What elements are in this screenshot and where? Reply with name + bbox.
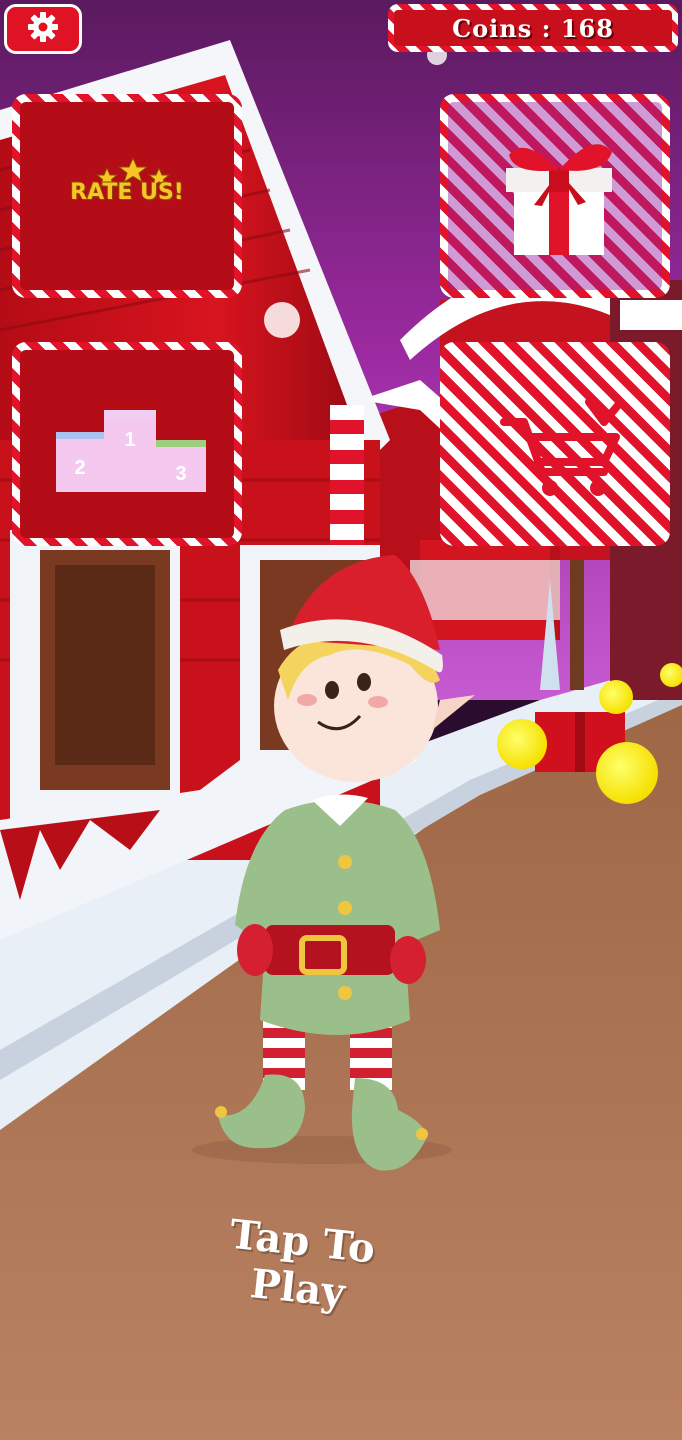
rate-us-label: RATE US!	[70, 180, 184, 205]
coin	[497, 719, 547, 769]
podium-place-2: 2	[74, 457, 85, 479]
podium-place-3: 3	[175, 463, 186, 485]
shopping-cart-icon	[500, 398, 623, 496]
podium-icon: 2 1 3	[56, 410, 206, 492]
settings-button[interactable]	[4, 4, 82, 54]
rate-us-button[interactable]: RATE US!	[12, 94, 242, 298]
gift-box-icon	[506, 144, 612, 255]
coins-label: Coins : 168	[452, 13, 614, 43]
gear-icon	[26, 10, 60, 48]
coin	[599, 680, 633, 714]
shop-button[interactable]	[440, 342, 670, 546]
gift-button[interactable]	[440, 94, 670, 298]
leaderboard-button[interactable]: 2 1 3	[12, 342, 242, 546]
podium-place-1: 1	[124, 429, 135, 451]
coins-counter: Coins : 168	[388, 4, 678, 52]
coin	[596, 742, 658, 804]
